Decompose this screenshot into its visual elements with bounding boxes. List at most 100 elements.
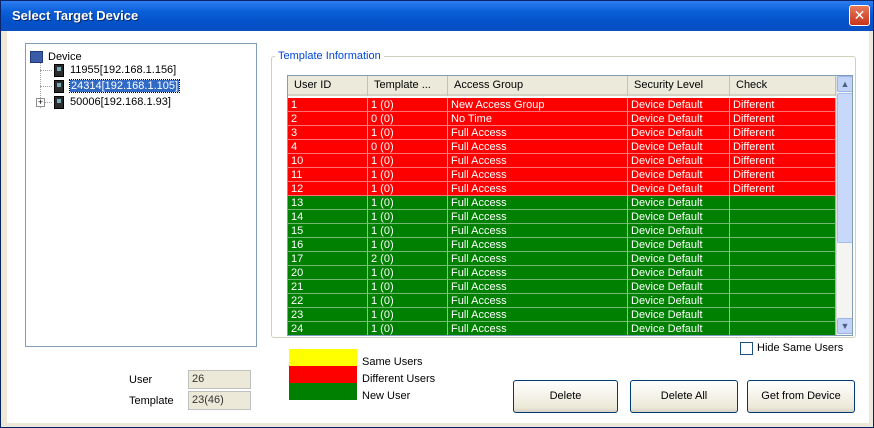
table-cell-template: 1 (0) (368, 224, 448, 238)
table-cell-check (730, 210, 836, 224)
table-row[interactable]: 31 (0) Full Access Device Default Different (288, 126, 836, 140)
vertical-scrollbar[interactable]: ▲ ▼ (836, 76, 852, 335)
table-cell-security: Device Default (628, 140, 730, 154)
table-cell-check (730, 238, 836, 252)
table-row[interactable]: 11 (0) New Access Group Device Default Diff… (288, 98, 836, 112)
get-from-device-button[interactable]: Get from Device (747, 380, 855, 413)
table-cell-group: Full Access (448, 126, 628, 140)
table-row[interactable]: 20 (0) No Time Device Default Different (288, 112, 836, 126)
table-cell-template: 1 (0) (368, 238, 448, 252)
hide-same-users-label[interactable]: Hide Same Users (757, 342, 843, 354)
device-tree[interactable]: Device 11955[192.168.1.156] 24314[192.16… (25, 43, 257, 347)
table-cell-id: 16 (288, 238, 368, 252)
table-cell-id: 1 (288, 98, 368, 112)
table-cell-template: 0 (0) (368, 112, 448, 126)
tree-device-item[interactable]: 11955[192.168.1.156] (54, 63, 176, 78)
table-cell-security: Device Default (628, 224, 730, 238)
table-cell-security: Device Default (628, 322, 730, 335)
legend-label-different: Different Users (362, 373, 436, 385)
table-cell-security: Device Default (628, 238, 730, 252)
table-row[interactable]: 24 1 (0) Full Access Device Default (288, 322, 836, 335)
dialog-body: Device 11955[192.168.1.156] 24314[192.16… (7, 31, 869, 423)
table-row[interactable]: 20 1 (0) Full Access Device Default (288, 266, 836, 280)
delete-button[interactable]: Delete (513, 380, 618, 413)
table-cell-template: 1 (0) (368, 154, 448, 168)
table-cell-template: 1 (0) (368, 196, 448, 210)
table-row[interactable]: 23 1 (0) Full Access Device Default (288, 308, 836, 322)
table-cell-id: 11 (288, 168, 368, 182)
table-cell-group: Full Access (448, 196, 628, 210)
table-cell-check: Different (730, 126, 836, 140)
template-table[interactable]: User ID Template ... Access Group Securi… (287, 75, 853, 336)
tree-device-label: 50006[192.168.1.93] (70, 96, 171, 108)
table-row[interactable]: 10 1 (0) Full Access Device Default Differen… (288, 154, 836, 168)
table-cell-template: 1 (0) (368, 182, 448, 196)
table-cell-security: Device Default (628, 196, 730, 210)
table-cell-id: 12 (288, 182, 368, 196)
table-cell-check: Different (730, 112, 836, 126)
tree-device-item-selected[interactable]: 24314[192.168.1.105] (54, 79, 181, 94)
expand-icon[interactable]: + (36, 98, 45, 107)
table-cell-security: Device Default (628, 294, 730, 308)
table-cell-group: Full Access (448, 168, 628, 182)
table-row[interactable]: 16 1 (0) Full Access Device Default (288, 238, 836, 252)
column-header-security-level[interactable]: Security Level (628, 76, 730, 96)
table-cell-security: Device Default (628, 308, 730, 322)
table-cell-id: 13 (288, 196, 368, 210)
table-cell-security: Device Default (628, 154, 730, 168)
table-cell-id: 24 (288, 322, 368, 335)
legend-swatch-same (289, 349, 357, 366)
table-row[interactable]: 22 1 (0) Full Access Device Default (288, 294, 836, 308)
column-header-template[interactable]: Template ... (368, 76, 448, 96)
table-cell-check (730, 322, 836, 335)
table-cell-template: 0 (0) (368, 140, 448, 154)
table-row[interactable]: 14 1 (0) Full Access Device Default (288, 210, 836, 224)
scroll-up-button[interactable]: ▲ (837, 76, 852, 92)
column-header-access-group[interactable]: Access Group (448, 76, 628, 96)
close-button[interactable]: ✕ (849, 5, 870, 26)
title-bar[interactable]: Select Target Device ✕ (1, 1, 873, 31)
table-cell-security: Device Default (628, 280, 730, 294)
column-header-check[interactable]: Check (730, 76, 836, 96)
table-cell-group: Full Access (448, 294, 628, 308)
delete-all-button[interactable]: Delete All (630, 380, 738, 413)
table-cell-template: 1 (0) (368, 294, 448, 308)
table-cell-check: Different (730, 182, 836, 196)
table-row[interactable]: 17 2 (0) Full Access Device Default (288, 252, 836, 266)
table-cell-id: 15 (288, 224, 368, 238)
device-icon (54, 80, 64, 93)
scroll-thumb[interactable] (837, 93, 852, 243)
table-cell-security: Device Default (628, 266, 730, 280)
table-cell-check (730, 294, 836, 308)
column-header-user-id[interactable]: User ID (288, 76, 368, 96)
table-cell-group: Full Access (448, 182, 628, 196)
table-cell-group: Full Access (448, 154, 628, 168)
tree-device-label: 11955[192.168.1.156] (70, 64, 177, 76)
scroll-down-button[interactable]: ▼ (837, 318, 852, 334)
table-cell-group: Full Access (448, 238, 628, 252)
table-cell-template: 1 (0) (368, 280, 448, 294)
table-cell-group: Full Access (448, 308, 628, 322)
device-icon (54, 96, 64, 109)
hide-same-users-checkbox[interactable] (740, 342, 753, 355)
table-row[interactable]: 13 1 (0) Full Access Device Default (288, 196, 836, 210)
table-cell-security: Device Default (628, 168, 730, 182)
table-cell-id: 21 (288, 280, 368, 294)
user-count-label: User (129, 374, 153, 386)
table-row[interactable]: 12 1 (0) Full Access Device Default Differen… (288, 182, 836, 196)
table-row[interactable]: 40 (0) Full Access Device Default Different (288, 140, 836, 154)
table-row[interactable]: 21 1 (0) Full Access Device Default (288, 280, 836, 294)
table-cell-check: Different (730, 140, 836, 154)
table-row[interactable]: 11 1 (0) Full Access Device Default Differen… (288, 168, 836, 182)
table-cell-template: 1 (0) (368, 98, 448, 112)
table-cell-group: No Time (448, 112, 628, 126)
table-cell-security: Device Default (628, 98, 730, 112)
table-cell-group: New Access Group (448, 98, 628, 112)
table-row[interactable]: 15 1 (0) Full Access Device Default (288, 224, 836, 238)
window-title: Select Target Device (12, 8, 139, 23)
table-cell-group: Full Access (448, 280, 628, 294)
tree-device-item[interactable]: + 50006[192.168.1.93] (36, 95, 171, 110)
template-info-legend: Template Information (275, 50, 384, 62)
table-cell-group: Full Access (448, 322, 628, 335)
table-header: User ID Template ... Access Group Securi… (288, 76, 836, 96)
